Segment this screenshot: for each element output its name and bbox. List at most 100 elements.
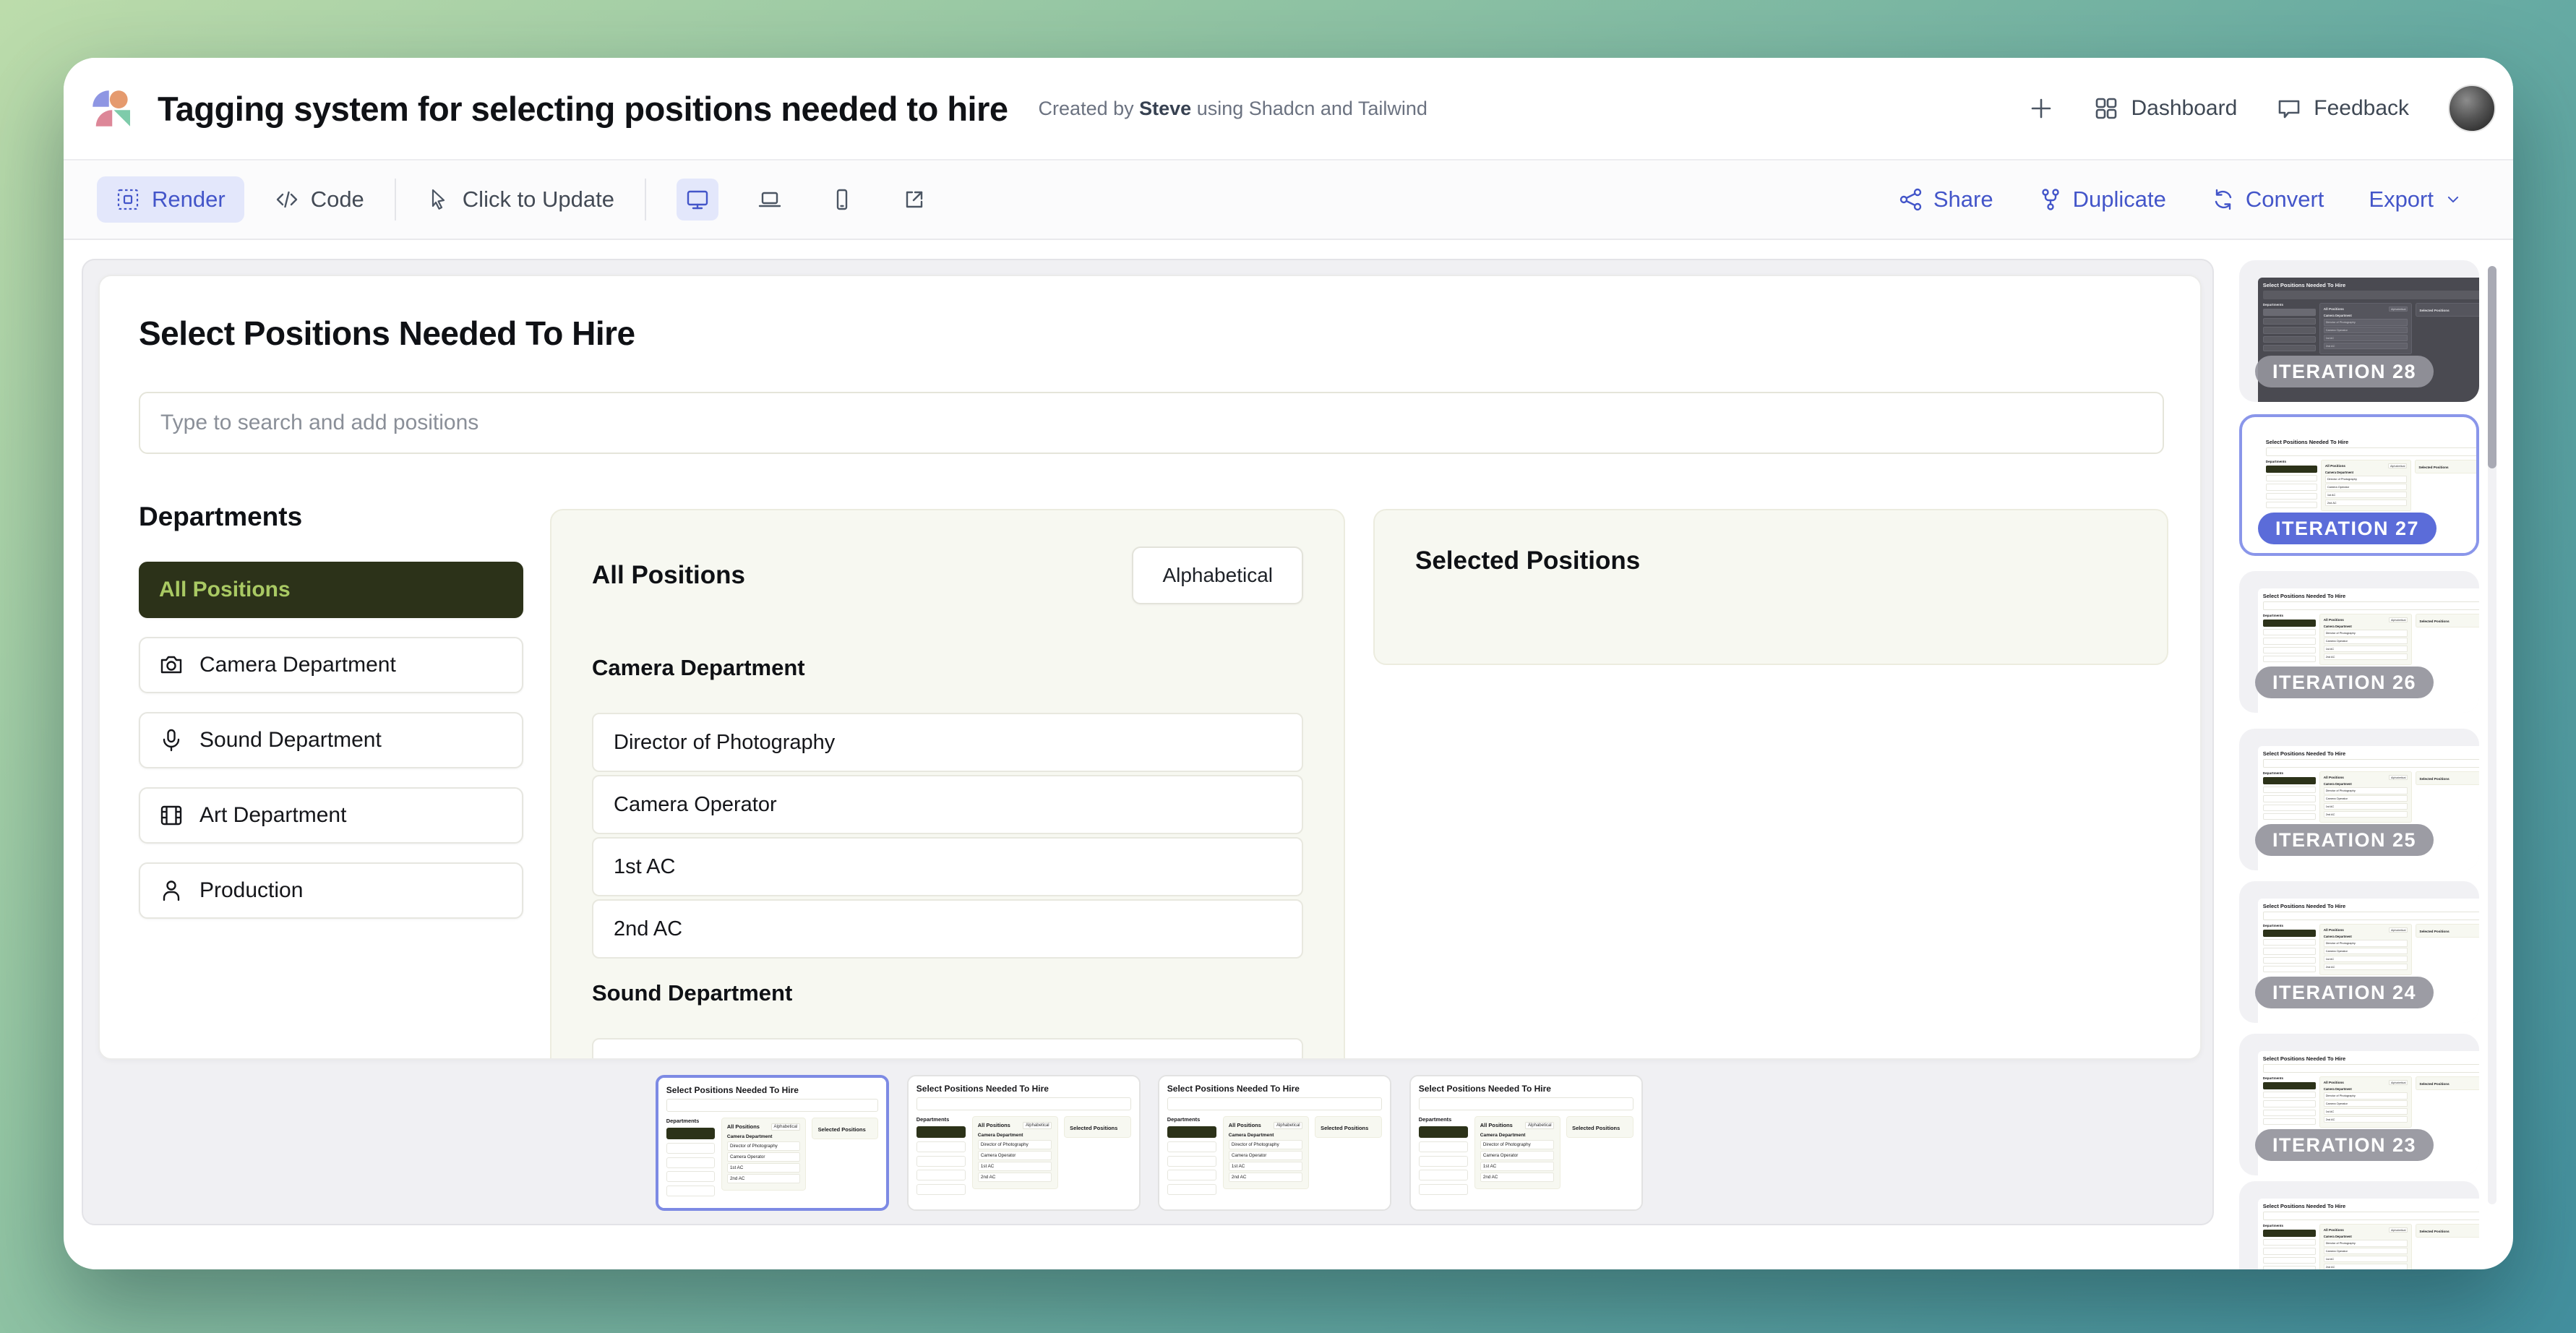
search-input[interactable] — [139, 392, 2164, 454]
toolbar: Render Code Click to Update — [64, 159, 2513, 240]
mini-search-bar — [2263, 291, 2479, 299]
render-tab[interactable]: Render — [97, 176, 244, 223]
device-desktop-button[interactable] — [677, 179, 718, 220]
mini-department-row — [2266, 484, 2317, 490]
mini-app-heading: Select Positions Needed To Hire — [916, 1084, 1131, 1094]
position-row[interactable]: Sound Mixer — [592, 1038, 1303, 1060]
mini-position-row: Director of Photography — [978, 1140, 1052, 1149]
mini-active-department — [2263, 1082, 2316, 1089]
feedback-button[interactable]: Feedback — [2276, 95, 2409, 121]
mini-app-heading: Select Positions Needed To Hire — [2263, 282, 2479, 288]
duplicate-button[interactable]: Duplicate — [2038, 187, 2166, 213]
iteration-card-23[interactable]: Select Positions Needed To Hire Departme… — [2239, 1034, 2479, 1175]
mini-active-department — [2263, 620, 2316, 627]
mini-department-row — [1167, 1141, 1216, 1152]
position-row[interactable]: Camera Operator — [592, 775, 1303, 834]
iteration-card-25[interactable]: Select Positions Needed To Hire Departme… — [2239, 729, 2479, 870]
mini-department-row — [2263, 1092, 2316, 1098]
mini-all-positions-title: All Positions — [1480, 1122, 1513, 1128]
mini-sort-button: Alphabetical — [2388, 463, 2407, 468]
department-sound[interactable]: Sound Department — [139, 712, 523, 768]
version-thumbnail[interactable]: Select Positions Needed To Hire Departme… — [656, 1075, 889, 1211]
cursor-icon — [426, 187, 451, 212]
mini-position-row: 2nd AC — [2324, 343, 2408, 349]
rendered-app-canvas: Select Positions Needed To Hire Departme… — [98, 275, 2202, 1060]
mini-app-heading: Select Positions Needed To Hire — [1167, 1084, 1382, 1094]
fork-icon — [2038, 187, 2063, 212]
mini-group-name: Camera Department — [978, 1133, 1052, 1138]
mini-position-row: Camera Operator — [2324, 1100, 2408, 1107]
mini-position-row: Director of Photography — [1229, 1140, 1303, 1149]
user-avatar[interactable] — [2448, 85, 2496, 132]
iteration-card-24[interactable]: Select Positions Needed To Hire Departme… — [2239, 881, 2479, 1023]
mini-selected-positions-title: Selected Positions — [1321, 1125, 1368, 1131]
position-row[interactable]: Director of Photography — [592, 713, 1303, 772]
device-laptop-button[interactable] — [749, 179, 791, 220]
department-art[interactable]: Art Department — [139, 787, 523, 844]
code-tab[interactable]: Code — [275, 187, 364, 213]
mini-active-department — [916, 1126, 966, 1138]
mini-position-row: Director of Photography — [2324, 1092, 2408, 1099]
mini-departments-label: Departments — [2263, 303, 2316, 307]
version-thumbnail[interactable]: Select Positions Needed To Hire Departme… — [1409, 1075, 1643, 1211]
mini-group-name: Camera Department — [2324, 1087, 2408, 1091]
app-window: Tagging system for selecting positions n… — [64, 58, 2513, 1269]
popout-preview-button[interactable] — [893, 179, 935, 220]
export-label: Export — [2369, 187, 2434, 213]
created-by-text: Created by Steve using Shadcn and Tailwi… — [1039, 98, 1427, 120]
mini-position-row: Camera Operator — [2324, 948, 2408, 954]
convert-label: Convert — [2246, 187, 2324, 213]
group-heading-sound: Sound Department — [592, 980, 1303, 1006]
iteration-card-27[interactable]: Select Positions Needed To Hire Departme… — [2239, 414, 2479, 556]
mini-position-row: Director of Photography — [2324, 1240, 2408, 1246]
mini-position-row: 1st AC — [2324, 803, 2408, 810]
iteration-card-28[interactable]: Select Positions Needed To Hire Departme… — [2239, 260, 2479, 402]
iteration-badge: ITERATION 26 — [2255, 666, 2434, 698]
mini-department-row — [2263, 638, 2316, 644]
dashboard-button[interactable]: Dashboard — [2093, 95, 2237, 121]
mini-department-row — [2266, 493, 2317, 500]
mini-sort-button: Alphabetical — [2389, 307, 2408, 312]
click-to-update-button[interactable]: Click to Update — [426, 187, 614, 213]
mini-group-name: Camera Department — [2324, 935, 2408, 938]
mini-search-bar — [666, 1099, 878, 1112]
mini-department-row — [1167, 1170, 1216, 1180]
iterations-scrollbar-thumb[interactable] — [2488, 266, 2496, 468]
mini-department-row — [2266, 502, 2317, 508]
share-button[interactable]: Share — [1899, 187, 1993, 213]
convert-button[interactable]: Convert — [2211, 187, 2324, 213]
plus-icon[interactable] — [2028, 95, 2054, 121]
chevron-down-icon — [2444, 190, 2463, 209]
mini-department-row — [2263, 647, 2316, 653]
mini-active-department — [2263, 1230, 2316, 1237]
position-row[interactable]: 2nd AC — [592, 899, 1303, 959]
version-thumbnail[interactable]: Select Positions Needed To Hire Departme… — [907, 1075, 1141, 1211]
toolbar-divider — [645, 179, 646, 220]
mini-department-row — [2263, 1239, 2316, 1246]
export-button[interactable]: Export — [2369, 187, 2463, 213]
convert-refresh-icon — [2211, 187, 2236, 212]
mini-department-row — [1419, 1141, 1468, 1152]
version-thumbnail[interactable]: Select Positions Needed To Hire Departme… — [1158, 1075, 1391, 1211]
mini-position-row: 1st AC — [727, 1163, 800, 1173]
iterations-scrollbar-track — [2488, 266, 2496, 1204]
mini-sort-button: Alphabetical — [2389, 1227, 2408, 1233]
mini-search-bar — [916, 1097, 1131, 1110]
mini-selected-positions-title: Selected Positions — [1572, 1125, 1620, 1131]
department-all-positions[interactable]: All Positions — [139, 562, 523, 618]
iteration-card-26[interactable]: Select Positions Needed To Hire Departme… — [2239, 571, 2479, 713]
mini-all-positions-title: All Positions — [2325, 464, 2345, 468]
position-row[interactable]: 1st AC — [592, 837, 1303, 896]
selected-positions-title: Selected Positions — [1415, 547, 2126, 575]
device-phone-button[interactable] — [821, 179, 863, 220]
camera-icon — [159, 653, 184, 677]
department-production[interactable]: Production — [139, 862, 523, 919]
mini-position-row: Camera Operator — [2325, 484, 2407, 490]
department-camera[interactable]: Camera Department — [139, 637, 523, 693]
mini-position-row: Director of Photography — [2324, 630, 2408, 636]
mini-sort-button: Alphabetical — [2389, 927, 2408, 933]
app-heading: Select Positions Needed To Hire — [139, 314, 635, 353]
alphabetical-sort-button[interactable]: Alphabetical — [1132, 547, 1303, 604]
mini-app-heading: Select Positions Needed To Hire — [1419, 1084, 1633, 1094]
iteration-card-partial[interactable]: Select Positions Needed To Hire Departme… — [2239, 1181, 2479, 1269]
